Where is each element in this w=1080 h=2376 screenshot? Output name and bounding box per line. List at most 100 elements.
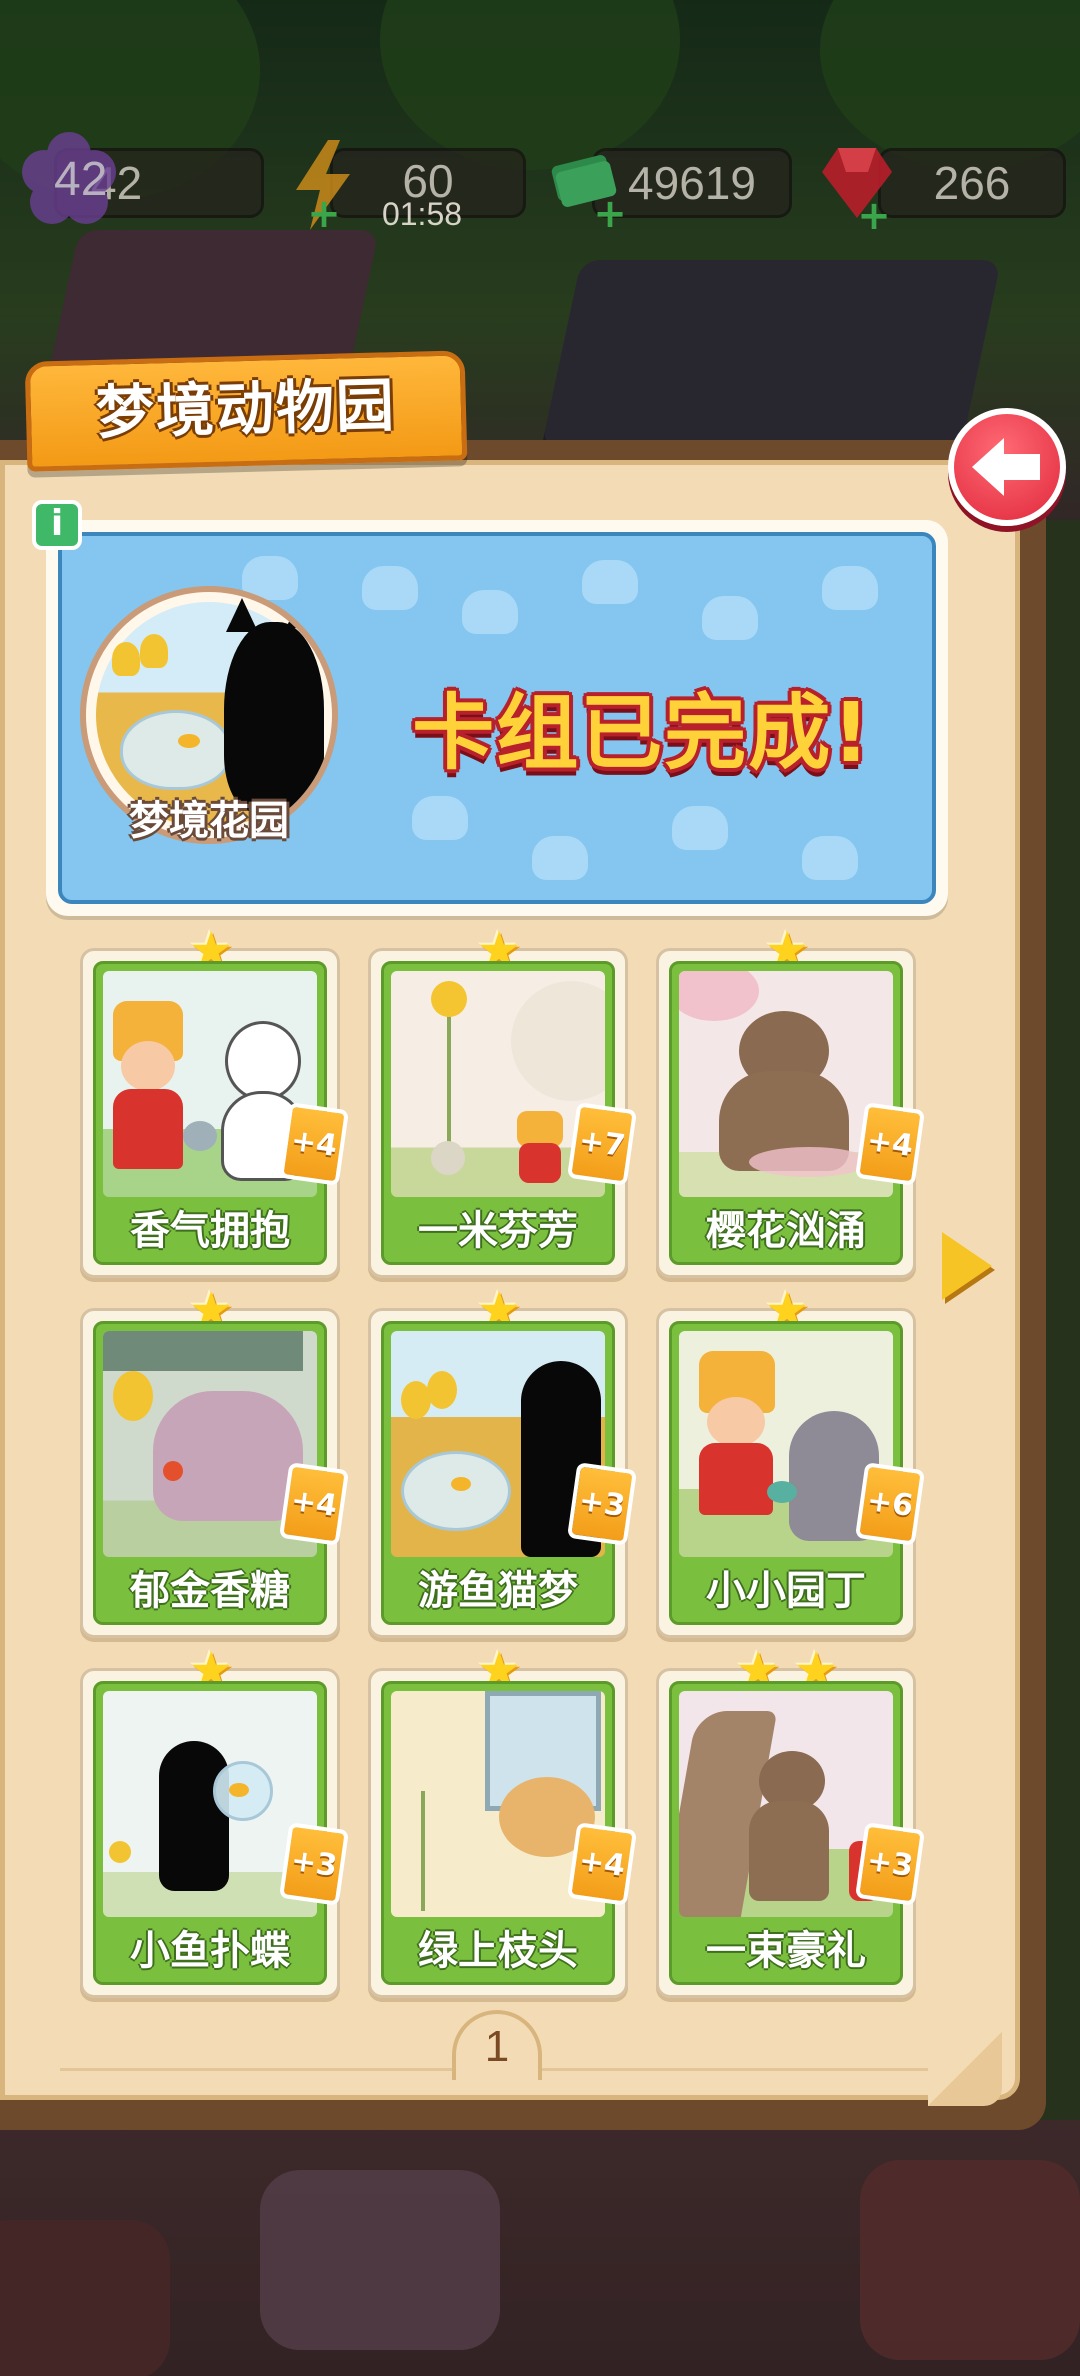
card-item[interactable]: ★ 游鱼猫梦 +3 — [368, 1285, 637, 1638]
card-frame: 小小园丁 +6 — [669, 1321, 925, 1625]
page-number: 1 — [484, 2022, 510, 2071]
card-duplicate-badge: +3 — [567, 1462, 637, 1546]
card-frame: 郁金香糖 +4 — [93, 1321, 349, 1625]
tulip-decor — [140, 634, 168, 668]
banner-cloud-decor — [702, 596, 758, 640]
tulip-decor — [113, 1371, 153, 1421]
tulip-decor — [427, 1371, 457, 1409]
energy-timer: 01:58 — [381, 196, 463, 232]
card-frame: 绿上枝头 +4 — [381, 1681, 637, 1985]
card-grid: ★ 香气拥抱 +4 ★ 一米芬芳 +7 ★ 樱花汹涌 +4 ★ 郁金香糖 +4 … — [80, 925, 925, 2008]
card-name: 游鱼猫梦 — [418, 1568, 578, 1614]
card-frame: 香气拥抱 +4 — [93, 961, 349, 1265]
card-name: 郁金香糖 — [130, 1568, 290, 1614]
next-page-arrow-icon[interactable] — [942, 1232, 992, 1300]
page-corner-curl — [928, 2032, 1002, 2106]
gem-value: 266 — [878, 148, 1066, 218]
fishbowl-decor — [120, 710, 232, 790]
banner-cloud-decor — [822, 566, 878, 610]
card-frame: 一束豪礼 +3 — [669, 1681, 925, 1985]
card-item[interactable]: ★ 小小园丁 +6 — [656, 1285, 925, 1638]
banner-cloud-decor — [362, 566, 418, 610]
card-item[interactable]: ★ ★ 一束豪礼 +3 — [656, 1645, 925, 1998]
card-item[interactable]: ★ 郁金香糖 +4 — [80, 1285, 349, 1638]
card-name: 樱花汹涌 — [706, 1208, 866, 1254]
card-duplicate-badge: +6 — [855, 1462, 925, 1546]
card-frame: 樱花汹涌 +4 — [669, 961, 925, 1265]
banner-inner: 梦境花园 卡组已完成! — [58, 532, 936, 904]
candy-decor — [163, 1461, 183, 1481]
gem-counter[interactable]: 266 + — [818, 148, 1066, 236]
cash-counter[interactable]: 49619 + — [548, 148, 792, 234]
goldfish-decor — [229, 1783, 249, 1797]
cash-add-icon[interactable]: + — [592, 194, 628, 234]
card-item[interactable]: ★ 香气拥抱 +4 — [80, 925, 349, 1278]
card-item[interactable]: ★ 绿上枝头 +4 — [368, 1645, 637, 1998]
album-title: 梦境动物园 — [95, 371, 397, 447]
card-name: 小鱼扑蝶 — [130, 1928, 290, 1974]
level-text: 42 — [54, 153, 108, 206]
goldfish-decor — [451, 1477, 471, 1491]
card-frame: 游鱼猫梦 +3 — [381, 1321, 637, 1625]
shop-awning-decor — [103, 1331, 303, 1371]
mouse-decor — [183, 1121, 217, 1151]
cloud-decor — [511, 981, 605, 1101]
card-name: 小小园丁 — [706, 1568, 866, 1614]
gardener-body — [519, 1143, 561, 1183]
bunny-head — [225, 1021, 301, 1101]
card-name: 绿上枝头 — [418, 1928, 578, 1974]
card-frame: 小鱼扑蝶 +3 — [93, 1681, 349, 1985]
petal-pile-decor — [749, 1147, 869, 1177]
card-duplicate-badge: +4 — [567, 1822, 637, 1906]
card-duplicate-badge: +7 — [567, 1102, 637, 1186]
card-name: 一束豪礼 — [706, 1928, 866, 1974]
black-cat-silhouette — [159, 1741, 229, 1891]
tulip-decor — [112, 642, 140, 676]
card-duplicate-badge: +4 — [855, 1102, 925, 1186]
goldfish-decor — [178, 734, 200, 748]
energy-add-icon[interactable]: + — [306, 194, 342, 234]
card-duplicate-badge: +4 — [279, 1102, 349, 1186]
banner-cloud-decor — [802, 836, 858, 880]
back-arrow-icon — [972, 438, 1040, 496]
yak-body — [749, 1801, 829, 1901]
branch-decor — [421, 1791, 425, 1911]
back-button[interactable] — [948, 408, 1066, 526]
card-name: 一米芬芳 — [418, 1208, 578, 1254]
banner-cloud-decor — [532, 836, 588, 880]
card-duplicate-badge: +3 — [855, 1822, 925, 1906]
gardener-hat — [517, 1111, 563, 1147]
cat-ear-decor — [286, 594, 318, 628]
gardener-body — [699, 1443, 773, 1515]
cat-decor — [431, 1141, 465, 1175]
card-item[interactable]: ★ 小鱼扑蝶 +3 — [80, 1645, 349, 1998]
sakura-decor — [679, 971, 759, 1021]
watering-can-decor — [767, 1481, 797, 1503]
gardener-face — [707, 1397, 765, 1447]
banner-cloud-decor — [582, 560, 638, 604]
flower-decor — [109, 1841, 131, 1863]
gardener-face — [121, 1041, 175, 1091]
banner-cloud-decor — [672, 806, 728, 850]
gardener-body — [113, 1089, 183, 1169]
flower-stem — [447, 1001, 451, 1161]
set-complete-text: 卡组已完成! — [412, 686, 872, 781]
card-item[interactable]: ★ 樱花汹涌 +4 — [656, 925, 925, 1278]
level-counter[interactable]: 42 42 — [14, 132, 264, 224]
gem-add-icon[interactable]: + — [856, 196, 892, 236]
album-title-tab: 梦境动物园 — [24, 350, 468, 472]
flower-head — [431, 981, 467, 1017]
set-medal-label: 梦境花园 — [129, 798, 289, 844]
set-complete-banner: 梦境花园 卡组已完成! — [46, 520, 948, 916]
fishbowl-decor — [401, 1451, 511, 1531]
banner-cloud-decor — [412, 796, 468, 840]
elephant-body — [153, 1391, 303, 1521]
cat-ear-decor — [226, 598, 258, 632]
card-duplicate-badge: +4 — [279, 1462, 349, 1546]
card-item[interactable]: ★ 一米芬芳 +7 — [368, 925, 637, 1278]
card-frame: 一米芬芳 +7 — [381, 961, 637, 1265]
card-name: 香气拥抱 — [130, 1208, 290, 1254]
info-button[interactable]: i — [32, 500, 82, 550]
banner-cloud-decor — [462, 590, 518, 634]
black-cat-silhouette — [224, 622, 324, 812]
